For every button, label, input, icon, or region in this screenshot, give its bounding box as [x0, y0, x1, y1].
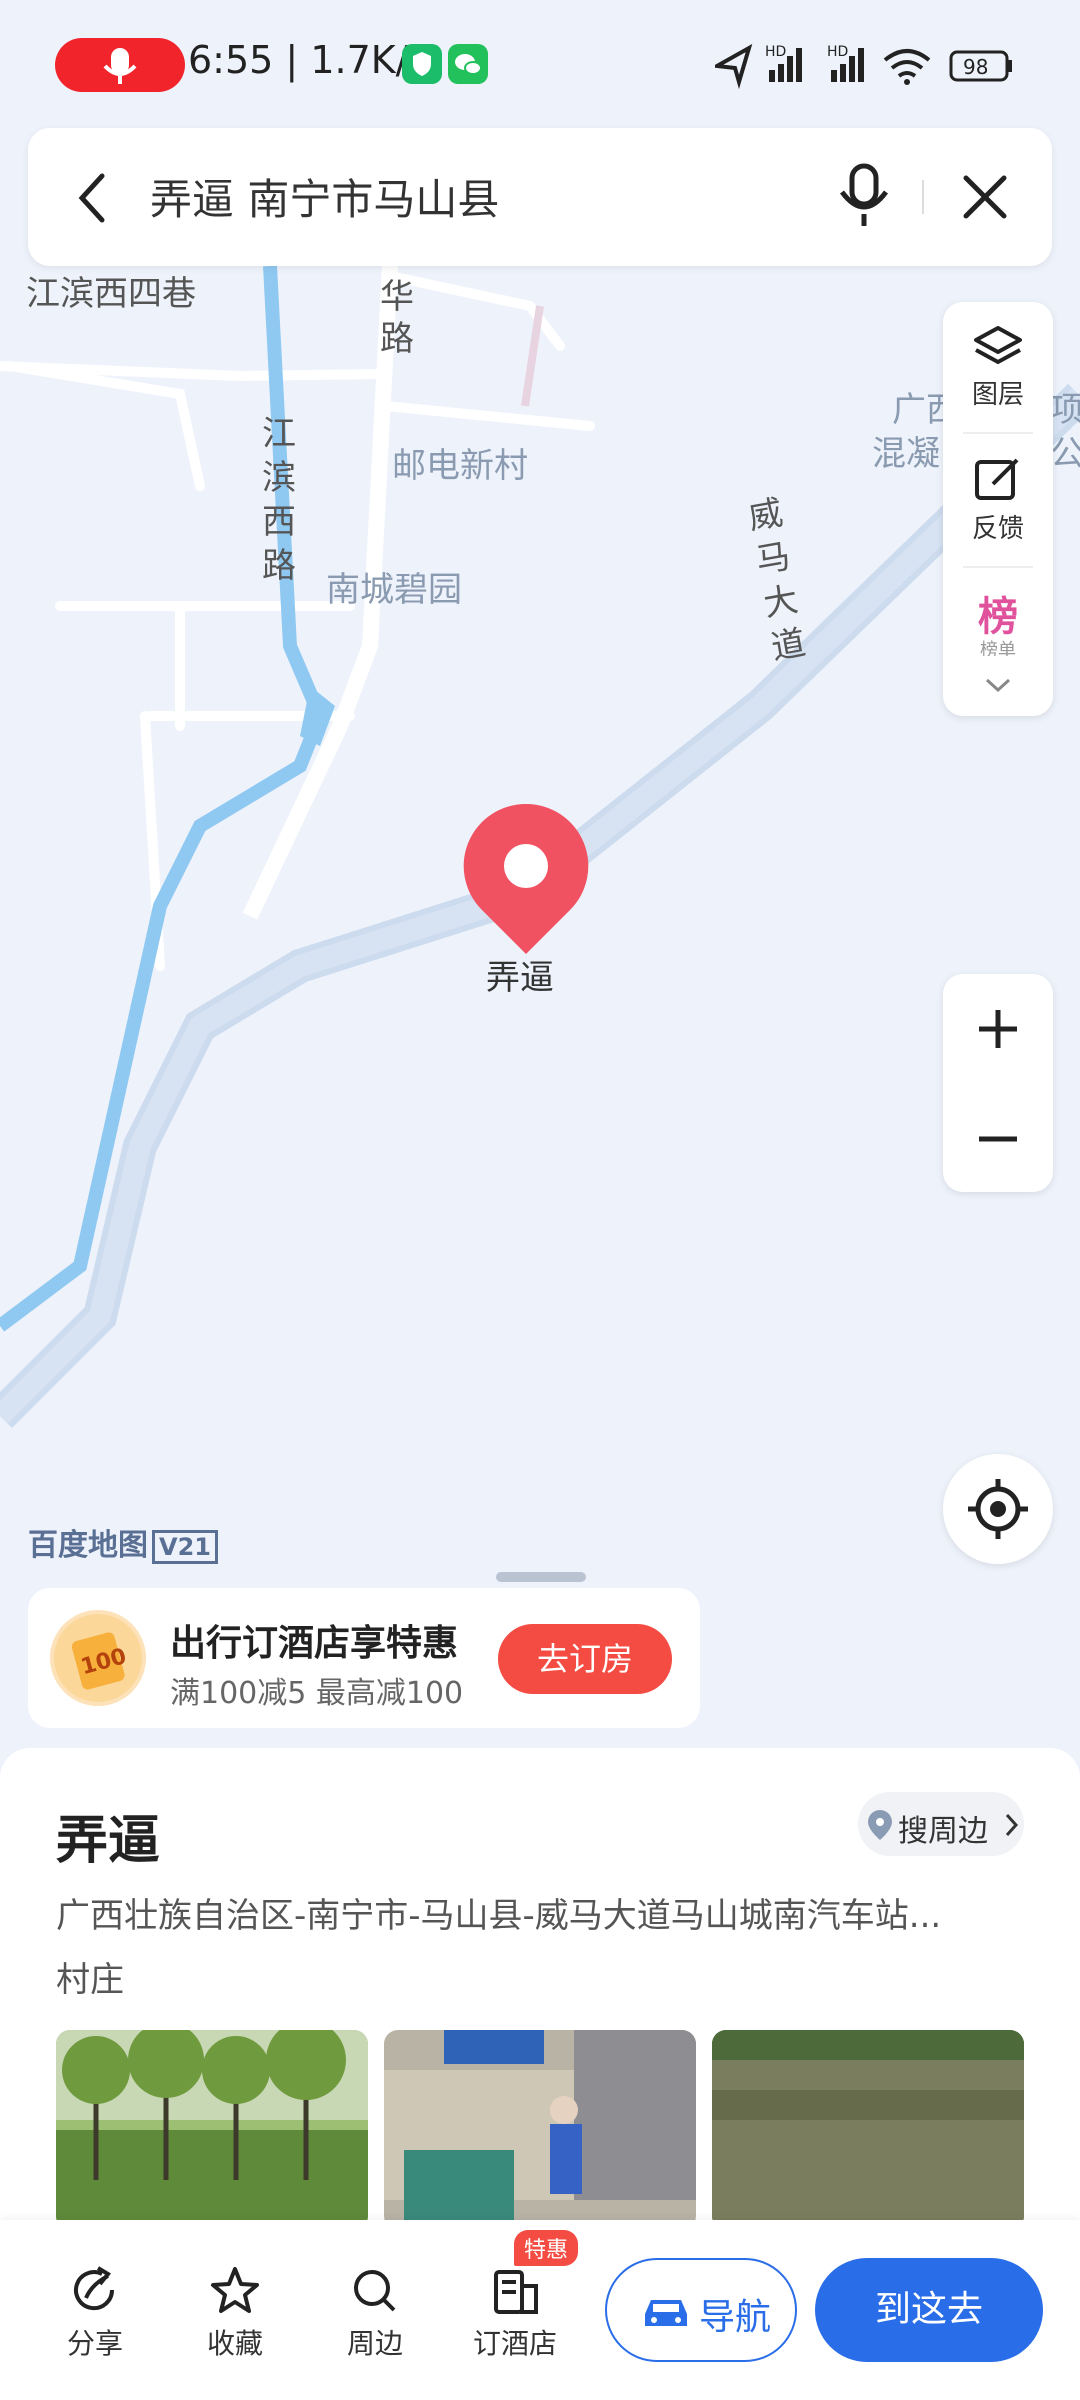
share-button[interactable]: 分享	[40, 2264, 150, 2362]
wifi-icon	[883, 49, 931, 78]
promo-subtitle: 满100减5 最高减100	[170, 1676, 464, 1711]
map-label-youdian: 邮电新村	[392, 446, 528, 486]
place-address: 广西壮族自治区-南宁市-马山县-威马大道马山城南汽车站...	[56, 1896, 942, 1936]
hotel-promo-banner[interactable]: 100 出行订酒店享特惠 满100减5 最高减100 去订房	[28, 1588, 700, 1728]
crosshair-icon	[968, 1479, 1028, 1539]
search-query[interactable]: 弄逼 南宁市马山县	[150, 166, 499, 227]
hotel-deal-badge: 特惠	[514, 2230, 579, 2266]
feedback-icon	[975, 458, 1019, 500]
chevron-down-icon[interactable]	[983, 674, 1013, 698]
search-divider	[922, 180, 924, 214]
feedback-button[interactable]: 反馈	[943, 508, 1053, 545]
place-title: 弄逼	[56, 1811, 161, 1871]
go-here-button[interactable]: 到这去	[815, 2258, 1043, 2362]
search-nearby-label: 搜周边	[898, 1814, 988, 1849]
hotel-button[interactable]: 订酒店	[460, 2264, 570, 2362]
battery-level: 98	[963, 55, 988, 79]
hd-label-2: HD	[827, 44, 848, 60]
around-button[interactable]: 周边	[320, 2264, 430, 2362]
map-label-nancheng: 南城碧园	[326, 570, 462, 610]
map-label-jiangbin-xisi: 江滨西四巷	[26, 274, 196, 314]
status-icons: HD HD 98	[715, 43, 1012, 90]
promo-title: 出行订酒店享特惠	[170, 1623, 459, 1664]
place-photo-3[interactable]	[712, 2030, 1024, 2230]
map-label-far-a: 项	[1050, 390, 1080, 430]
search-icon	[354, 2270, 396, 2312]
hotel-label: 订酒店	[472, 2327, 557, 2360]
voice-search-icon[interactable]	[834, 162, 894, 232]
layers-icon	[974, 326, 1022, 365]
tools-divider-2	[963, 566, 1033, 568]
chevron-right-icon	[1005, 1813, 1019, 1837]
pin-label: 弄逼	[486, 958, 554, 998]
search-nearby-button[interactable]: 搜周边	[858, 1792, 1024, 1856]
rank-label: 榜单	[980, 640, 1016, 656]
shield-icon	[402, 44, 442, 84]
tools-divider	[963, 432, 1033, 434]
sheet-drag-handle[interactable]	[496, 1572, 586, 1582]
navigate-label: 导航	[699, 2297, 772, 2338]
search-bar[interactable]: 弄逼 南宁市马山县	[28, 128, 1052, 266]
car-icon	[645, 2300, 687, 2326]
rank-button[interactable]: 榜	[965, 584, 1031, 636]
map-tools-panel: 图层 反馈 榜 榜单	[943, 302, 1053, 716]
hd-label-1: HD	[765, 44, 786, 60]
pin-small-icon	[868, 1810, 892, 1840]
status-time: 6:55 | 1.7K/s	[188, 38, 429, 82]
map-label-hua-road: 华路	[380, 277, 414, 359]
map-view[interactable]: 江滨西四巷 华路 邮电新村 江滨西路 南城碧园 威马大道 广西 混凝 项 公 弄…	[0, 266, 1080, 1746]
place-photo-2[interactable]	[384, 2030, 696, 2230]
bottom-action-bar: 分享 收藏 周边 订酒店 特惠 导航 到这去	[0, 2220, 1080, 2400]
favorite-button[interactable]: 收藏	[180, 2264, 290, 2362]
navigate-button[interactable]: 导航	[605, 2258, 797, 2362]
zoom-out-icon[interactable]	[973, 1114, 1023, 1164]
layers-button[interactable]: 图层	[943, 374, 1053, 411]
microphone-icon	[103, 48, 137, 84]
location-pin-icon[interactable]	[458, 800, 594, 960]
coupon-icon: 100	[50, 1610, 146, 1706]
favorite-label: 收藏	[206, 2327, 263, 2360]
zoom-control	[943, 974, 1053, 1192]
star-icon	[211, 2267, 259, 2313]
share-label: 分享	[66, 2327, 123, 2360]
back-arrow-icon[interactable]	[68, 168, 118, 228]
book-hotel-button[interactable]: 去订房	[498, 1624, 672, 1694]
close-icon[interactable]	[960, 172, 1010, 222]
recording-indicator[interactable]	[55, 38, 185, 92]
hotel-icon	[494, 2270, 538, 2314]
status-bar: 6:55 | 1.7K/s HD HD 98	[0, 0, 1080, 128]
place-photo-1[interactable]	[56, 2030, 368, 2230]
map-logo: 百度地图 V21	[28, 1520, 218, 1564]
location-arrow-icon	[715, 43, 753, 90]
wechat-icon	[448, 44, 488, 84]
around-label: 周边	[346, 2327, 403, 2360]
share-icon	[74, 2266, 115, 2311]
map-label-guangxi-b: 混凝	[872, 434, 940, 474]
place-category: 村庄	[56, 1960, 124, 2000]
locate-me-button[interactable]	[943, 1454, 1053, 1564]
zoom-in-icon[interactable]	[973, 1004, 1023, 1054]
map-label-jiangbin-xilu: 江滨西路	[262, 414, 296, 586]
map-label-far-b: 公	[1050, 434, 1080, 474]
